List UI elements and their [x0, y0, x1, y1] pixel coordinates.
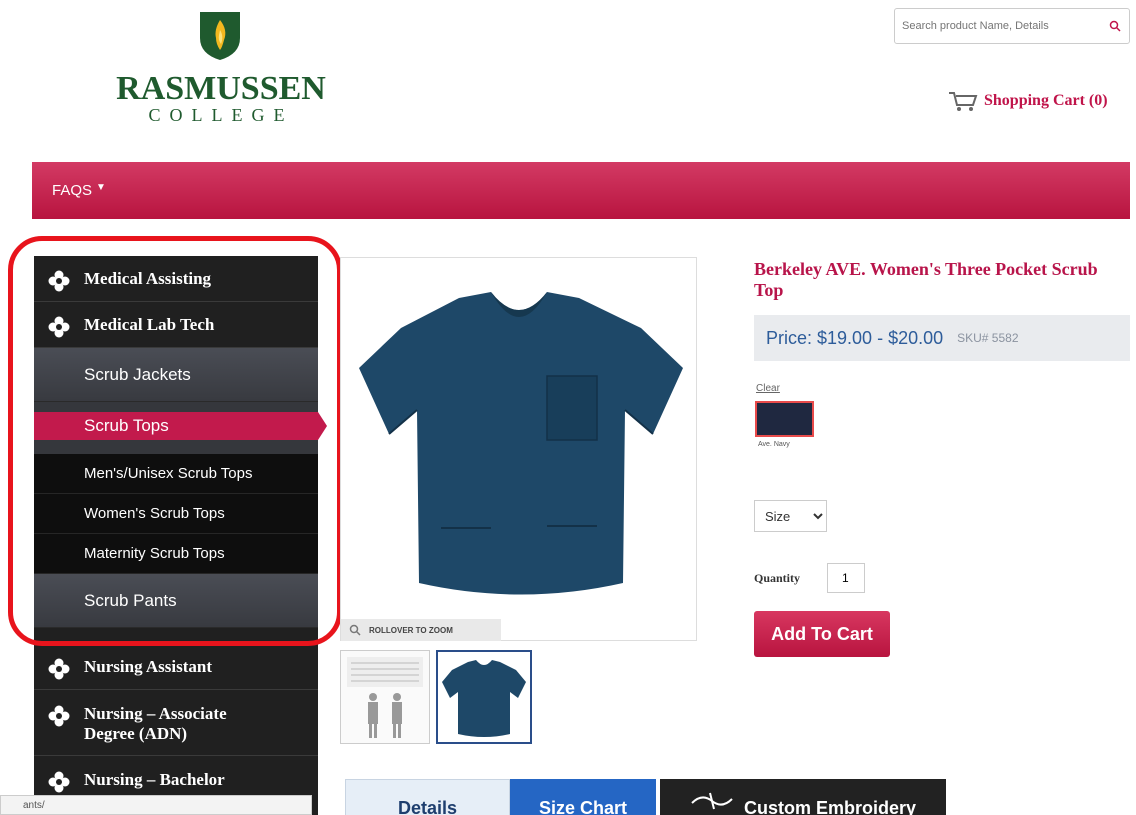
thumbnail-product[interactable]: [436, 650, 532, 744]
main-navbar: FAQS ▼: [32, 162, 1130, 219]
product-title: Berkeley AVE. Women's Three Pocket Scrub…: [754, 259, 1098, 300]
color-swatch-navy[interactable]: [755, 401, 814, 437]
search-icon[interactable]: [1101, 9, 1129, 43]
cross-icon: [48, 705, 70, 727]
brand-name: RASMUSSEN: [116, 70, 326, 107]
price-box: Price: $19.00 - $20.00 SKU# 5582: [754, 315, 1130, 361]
quantity-label: Quantity: [754, 571, 801, 585]
zoom-hint: ROLLOVER TO ZOOM: [341, 619, 501, 641]
cross-icon: [48, 771, 70, 793]
scrub-top-image: [359, 292, 683, 595]
embroidery-icon: [691, 792, 733, 810]
tab-label: Custom Embroidery: [743, 797, 917, 815]
shopping-cart-link[interactable]: Shopping Cart (0): [948, 90, 1108, 112]
nav-faqs-label: FAQS: [52, 182, 93, 199]
magnifier-icon: [349, 624, 361, 636]
clear-selection-link[interactable]: Clear: [756, 383, 780, 394]
sidebar-item-label: Nursing – Bachelor: [84, 770, 225, 789]
cart-label: Shopping Cart (0): [984, 92, 1108, 109]
search-box: [894, 8, 1130, 44]
product-sku: SKU# 5582: [957, 331, 1019, 345]
product-price: Price: $19.00 - $20.00: [766, 327, 944, 348]
tab-details[interactable]: Details: [345, 779, 510, 815]
add-to-cart-button[interactable]: Add To Cart: [754, 611, 890, 657]
swatch-label: Ave. Navy: [758, 441, 790, 448]
size-select[interactable]: Size: [754, 500, 827, 532]
product-main-image[interactable]: [340, 257, 697, 641]
sidebar-item-nursing-assistant[interactable]: Nursing Assistant: [34, 644, 318, 690]
zoom-label: ROLLOVER TO ZOOM: [369, 625, 453, 635]
cross-icon: [48, 658, 70, 680]
caret-down-icon: ▼: [96, 182, 106, 193]
tab-custom-embroidery[interactable]: Custom Embroidery: [660, 779, 946, 815]
thumbnail-size-chart[interactable]: [340, 650, 430, 744]
tab-label: Details: [397, 798, 458, 815]
sidebar-item-label: Nursing Assistant: [84, 657, 213, 676]
college-logo[interactable]: RASMUSSEN COLLEGE: [116, 10, 326, 125]
cart-icon: [949, 92, 978, 111]
size-chart-thumbnail-icon: [347, 657, 423, 738]
quantity-input[interactable]: [827, 563, 865, 593]
search-input[interactable]: [895, 9, 1101, 43]
sidebar-item-nursing-adn[interactable]: Nursing – Associate Degree (ADN): [34, 690, 318, 756]
tab-size-chart[interactable]: Size Chart: [510, 779, 656, 815]
scrub-top-thumbnail-icon: [442, 660, 526, 737]
status-bar-url: ants/: [0, 795, 312, 815]
highlight-oval: [8, 236, 342, 646]
sidebar-item-label: Nursing – Associate Degree (ADN): [84, 704, 227, 743]
tab-label: Size Chart: [538, 797, 628, 815]
nav-faqs[interactable]: FAQS ▼: [52, 182, 106, 199]
shield-flame-icon: [200, 12, 240, 60]
brand-subtitle: COLLEGE: [148, 105, 294, 125]
